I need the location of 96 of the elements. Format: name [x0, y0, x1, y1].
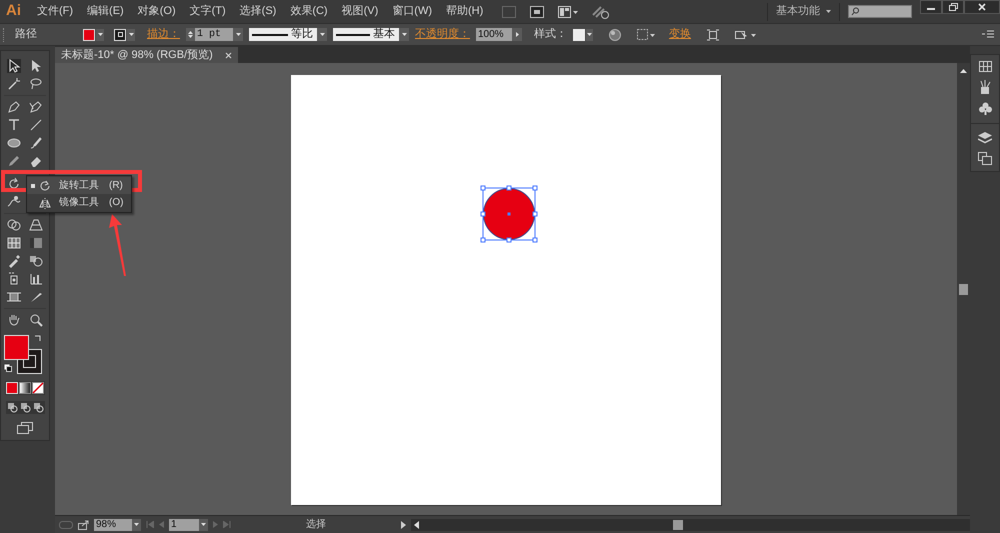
share-icon[interactable] — [78, 520, 89, 530]
app-logo: Ai — [5, 1, 22, 22]
caret-icon — [826, 10, 831, 13]
menu-item[interactable]: 视图(V) — [334, 3, 386, 20]
menu-item[interactable]: 对象(O) — [130, 3, 183, 20]
caret-icon — [402, 33, 406, 36]
close-icon — [978, 3, 986, 11]
document-tab[interactable]: 未标题-10* @ 98% (RGB/预览) — [55, 47, 238, 63]
fill-swatch[interactable] — [83, 28, 104, 40]
color-mode-button[interactable] — [6, 382, 18, 394]
lasso-icon[interactable] — [29, 77, 43, 91]
brushes-icon[interactable] — [979, 80, 991, 94]
artboard-tool-icon[interactable] — [7, 290, 21, 304]
search-icon — [851, 7, 859, 16]
gradient-tool-icon[interactable] — [29, 236, 43, 250]
paintbrush-icon[interactable] — [29, 136, 43, 150]
scroll-left-icon[interactable] — [414, 520, 419, 528]
draw-inside-icon[interactable] — [32, 402, 44, 413]
caret-icon — [201, 523, 206, 526]
panel-menu-icon[interactable] — [982, 30, 994, 40]
workspace-switcher[interactable]: 基本功能 — [776, 3, 831, 20]
current-tool-label: 选择 — [305, 518, 327, 532]
type-tool-icon[interactable] — [7, 118, 21, 132]
magic-wand-icon[interactable] — [7, 77, 21, 91]
artboards-icon[interactable] — [978, 152, 992, 165]
toggle-icon[interactable] — [59, 520, 73, 528]
caret-icon — [236, 33, 240, 36]
menu-item[interactable]: 编辑(E) — [80, 3, 131, 20]
align-icon[interactable] — [707, 28, 719, 40]
layout-icon[interactable] — [558, 6, 578, 18]
status-menu-icon[interactable] — [401, 520, 406, 528]
zoom-tool-icon[interactable] — [29, 313, 43, 327]
rotate-tool-icon[interactable] — [7, 177, 21, 191]
caret-icon — [134, 523, 139, 526]
club-icon[interactable] — [978, 102, 992, 115]
menu-item[interactable]: 帮助(H) — [439, 3, 490, 20]
gradient-mode-button[interactable] — [19, 382, 31, 394]
horizontal-scrollbar[interactable] — [411, 518, 970, 530]
scroll-thumb[interactable] — [959, 284, 968, 295]
line-tool-icon[interactable] — [29, 118, 43, 132]
caret-icon — [320, 33, 324, 36]
pen-tool-icon[interactable] — [7, 100, 21, 114]
screen-mode-icon[interactable] — [17, 422, 33, 434]
minimize-button[interactable] — [920, 0, 942, 14]
fill-stroke-swatches-drawing[interactable] — [4, 335, 42, 374]
flyout-menu-item[interactable]: 旋转工具 (R) — [27, 177, 131, 194]
close-icon[interactable] — [224, 52, 232, 58]
shape-builder-icon[interactable] — [7, 218, 21, 232]
flyout-menu-item[interactable]: 镜像工具 (O) — [27, 194, 131, 211]
caret-icon — [98, 33, 102, 36]
rotate-icon — [39, 180, 51, 192]
draw-normal-icon[interactable] — [6, 402, 18, 413]
close-button[interactable] — [964, 0, 1000, 14]
perspective-grid-icon[interactable] — [29, 218, 43, 232]
isolation-icon[interactable] — [637, 28, 655, 40]
layers-icon[interactable] — [978, 132, 992, 144]
draw-behind-icon[interactable] — [20, 402, 30, 413]
swap-icon[interactable] — [34, 335, 42, 343]
scroll-up-icon[interactable] — [960, 69, 967, 73]
eyedropper-icon[interactable] — [7, 254, 21, 268]
ellipse-tool-icon[interactable] — [7, 136, 21, 150]
blend-tool-icon[interactable] — [29, 254, 43, 268]
object-type-label: 路径 — [14, 27, 38, 42]
stroke-swatch[interactable] — [114, 28, 135, 40]
menu-item[interactable]: 文件(F) — [30, 3, 80, 20]
stock-icon[interactable] — [530, 6, 544, 18]
mesh-tool-icon[interactable] — [7, 236, 21, 250]
reflect-icon — [39, 196, 51, 208]
menu-item[interactable]: 选择(S) — [232, 3, 284, 20]
selection-tool-icon[interactable] — [7, 59, 21, 73]
selection-options-icon[interactable] — [735, 28, 757, 40]
menu-item[interactable]: 文字(T) — [182, 3, 233, 20]
search-field[interactable] — [848, 5, 912, 18]
pencil-icon[interactable] — [7, 154, 21, 168]
horizontal-scroll-thumb[interactable] — [673, 520, 683, 530]
restore-button[interactable] — [942, 0, 964, 14]
warp-tool-icon[interactable] — [7, 195, 21, 209]
hand-tool-icon[interactable] — [7, 313, 21, 327]
column-graph-icon[interactable] — [29, 272, 43, 286]
menu-item[interactable]: 窗口(W) — [385, 3, 439, 20]
none-mode-button[interactable] — [32, 382, 44, 394]
caret-icon — [516, 32, 518, 37]
caret-icon — [128, 33, 134, 36]
caret-icon — [587, 33, 592, 36]
style-label: 样式： — [534, 27, 567, 42]
eraser-icon[interactable] — [29, 154, 43, 168]
direct-selection-tool-icon[interactable] — [29, 59, 43, 73]
style-swatch[interactable] — [573, 28, 593, 40]
restore-icon — [948, 3, 958, 11]
sync-icon[interactable] — [592, 4, 610, 18]
annotation-arrow — [108, 214, 128, 277]
recolor-icon[interactable] — [609, 28, 621, 40]
swatches-icon[interactable] — [978, 61, 992, 72]
default-colors-icon[interactable] — [4, 364, 12, 372]
curvature-pen-icon[interactable] — [29, 100, 43, 114]
menu-item[interactable]: 效果(C) — [283, 3, 335, 20]
